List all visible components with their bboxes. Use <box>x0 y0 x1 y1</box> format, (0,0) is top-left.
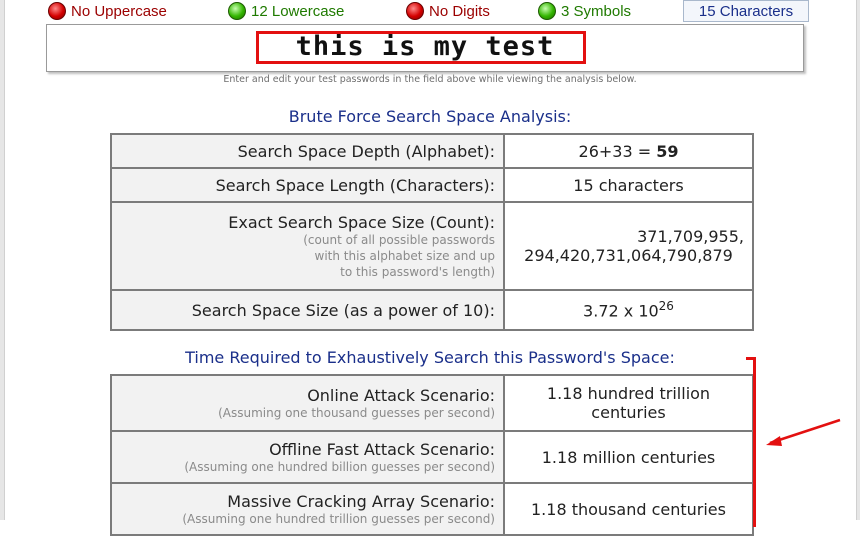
offline-attack-value: 1.18 million centuries <box>503 430 754 484</box>
exact-size-cell: Exact Search Space Size (Count): (count … <box>110 201 505 291</box>
indicator-label: No Uppercase <box>71 2 167 20</box>
massive-array-value: 1.18 thousand centuries <box>503 482 754 536</box>
red-status-icon <box>406 2 424 20</box>
scenario-label: Online Attack Scenario: <box>307 385 495 405</box>
length-label: Search Space Length (Characters): <box>110 167 505 203</box>
power-value: 3.72 x 1026 <box>503 289 754 331</box>
depth-value-bold: 59 <box>656 141 679 161</box>
table-row: Online Attack Scenario: (Assuming one th… <box>110 374 754 432</box>
instruction-text: Enter and edit your test passwords in th… <box>223 74 637 85</box>
massive-array-cell: Massive Cracking Array Scenario: (Assumi… <box>110 482 505 536</box>
table-row: Search Space Size (as a power of 10): 3.… <box>110 289 754 331</box>
online-attack-cell: Online Attack Scenario: (Assuming one th… <box>110 374 505 432</box>
red-annotation-bracket <box>746 357 756 527</box>
red-arrow-icon <box>766 418 841 446</box>
table-row: Exact Search Space Size (Count): (count … <box>110 201 754 291</box>
red-status-icon <box>48 2 66 20</box>
time-required-table: Online Attack Scenario: (Assuming one th… <box>110 374 754 536</box>
exact-size-value-line-1: 371,709,955, <box>637 227 744 246</box>
exact-size-note-3: to this password's length) <box>340 264 495 279</box>
indicator-symbols: 3 Symbols <box>538 0 631 22</box>
power-base: 3.72 x 10 <box>583 301 659 321</box>
exact-size-value-line-2: 294,420,731,064,790,879 <box>524 246 733 265</box>
brute-force-title: Brute Force Search Space Analysis: <box>288 107 572 126</box>
green-status-icon <box>228 2 246 20</box>
indicator-uppercase: No Uppercase <box>48 0 167 22</box>
exact-size-note-1: (count of all possible passwords <box>303 232 495 247</box>
exact-size-value: 371,709,955, 294,420,731,064,790,879 <box>503 201 754 291</box>
length-value: 15 characters <box>503 167 754 203</box>
table-row: Massive Cracking Array Scenario: (Assumi… <box>110 482 754 536</box>
search-space-table: Search Space Depth (Alphabet): 26+33 = 5… <box>110 133 754 331</box>
scenario-label: Massive Cracking Array Scenario: <box>227 491 495 511</box>
indicator-label: No Digits <box>429 2 490 20</box>
scenario-value-line-2: centuries <box>591 403 666 422</box>
depth-value-prefix: 26+33 = <box>578 141 657 161</box>
offline-attack-cell: Offline Fast Attack Scenario: (Assuming … <box>110 430 505 484</box>
scenario-label: Offline Fast Attack Scenario: <box>269 439 495 459</box>
green-status-icon <box>538 2 556 20</box>
power-label: Search Space Size (as a power of 10): <box>110 289 505 331</box>
indicator-label: 12 Lowercase <box>251 2 345 20</box>
table-row: Offline Fast Attack Scenario: (Assuming … <box>110 430 754 484</box>
exact-size-note-2: with this alphabet size and up <box>314 248 495 263</box>
scenario-value-line-1: 1.18 hundred trillion <box>546 384 711 403</box>
power-exponent: 26 <box>658 299 674 314</box>
table-row: Search Space Depth (Alphabet): 26+33 = 5… <box>110 133 754 169</box>
online-attack-value: 1.18 hundred trillion centuries <box>503 374 754 432</box>
scenario-note: (Assuming one hundred billion guesses pe… <box>184 459 495 474</box>
character-count-badge: 15 Characters <box>683 0 809 22</box>
scenario-note: (Assuming one thousand guesses per secon… <box>218 405 495 420</box>
indicator-lowercase: 12 Lowercase <box>228 0 344 22</box>
scenario-note: (Assuming one hundred trillion guesses p… <box>182 511 495 526</box>
time-required-title: Time Required to Exhaustively Search thi… <box>185 348 675 367</box>
indicator-label: 3 Symbols <box>561 2 632 20</box>
red-highlight-box <box>256 31 586 64</box>
exact-size-label: Exact Search Space Size (Count): <box>228 212 495 232</box>
indicator-digits: No Digits <box>406 0 490 22</box>
depth-value: 26+33 = 59 <box>503 133 754 169</box>
table-row: Search Space Length (Characters): 15 cha… <box>110 167 754 203</box>
depth-label: Search Space Depth (Alphabet): <box>110 133 505 169</box>
